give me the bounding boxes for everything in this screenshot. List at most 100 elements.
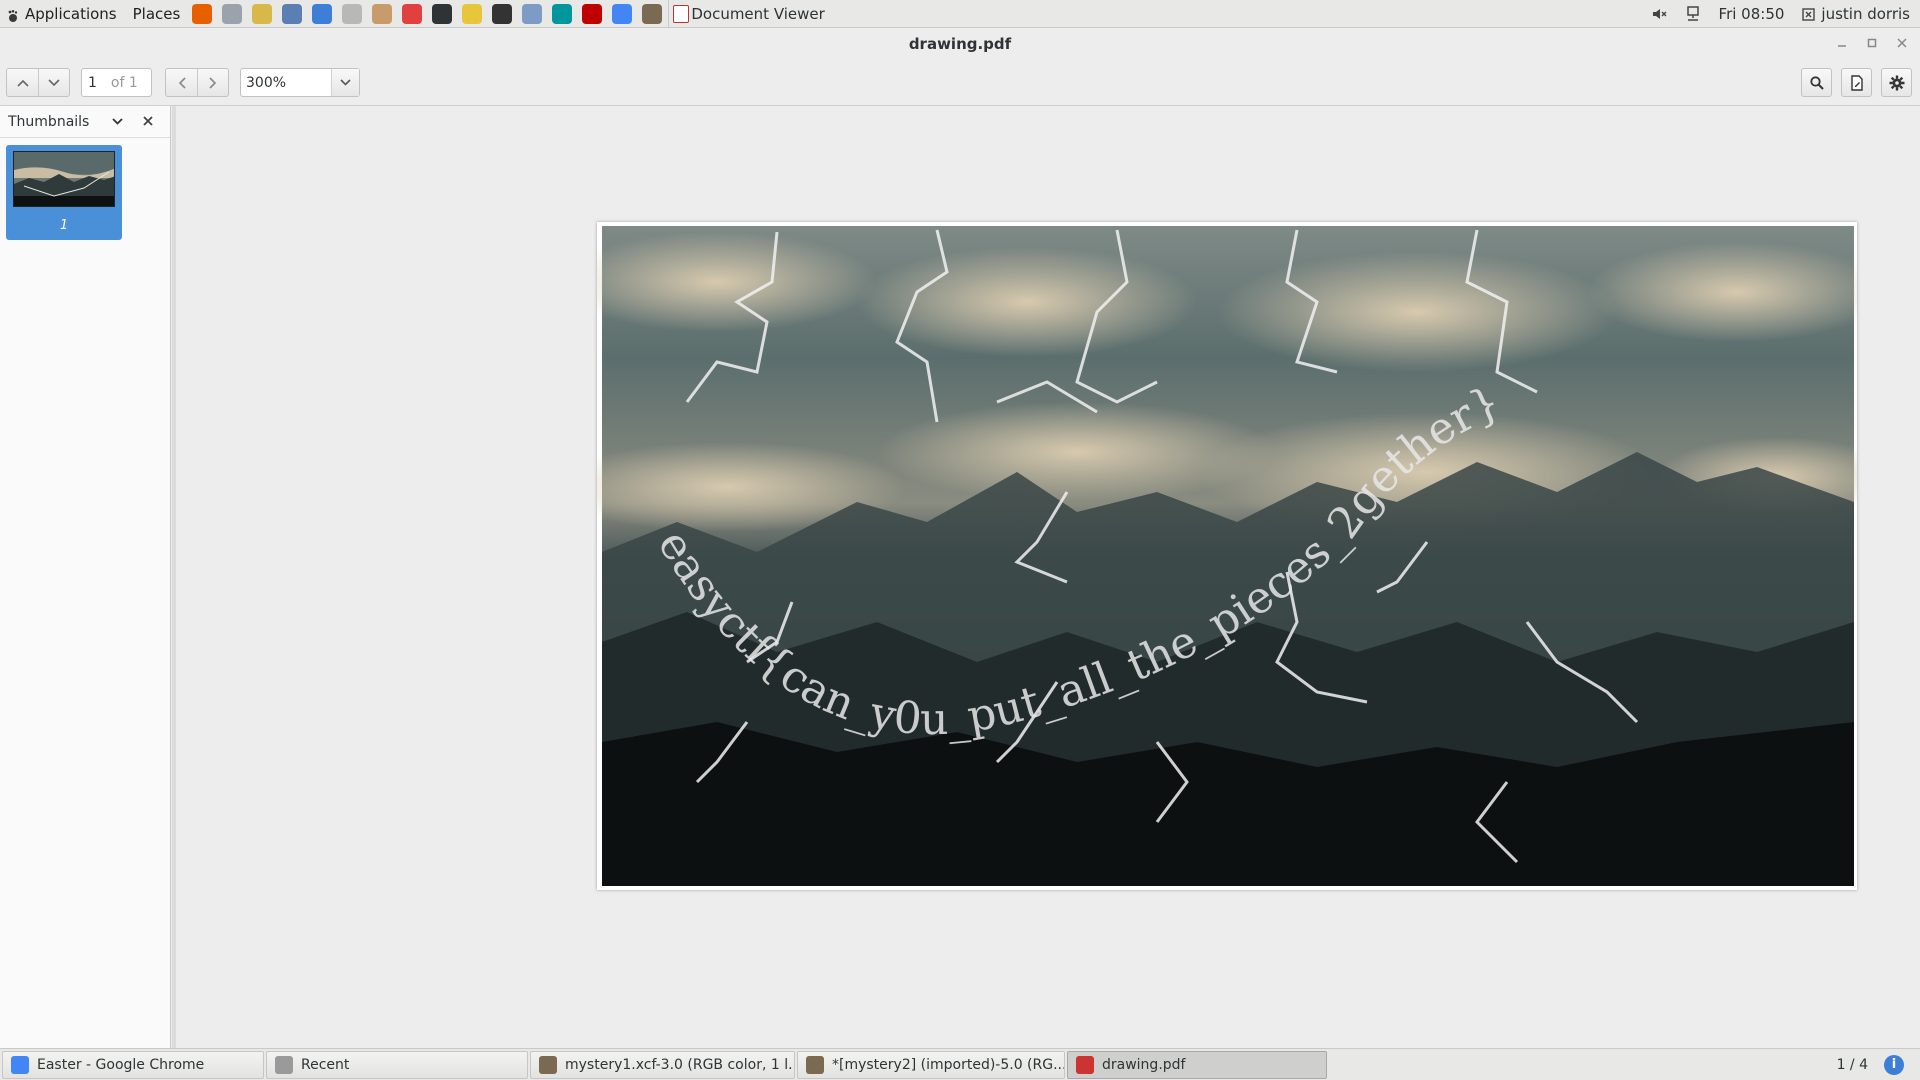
taskbar-item[interactable]: drawing.pdf xyxy=(1067,1050,1327,1079)
tweak-launcher[interactable] xyxy=(460,2,484,26)
thumbnail-page-number: 1 xyxy=(59,218,69,233)
arduino-launcher[interactable] xyxy=(550,2,574,26)
archive-launcher[interactable] xyxy=(370,2,394,26)
help-lifebuoy-launcher[interactable] xyxy=(400,2,424,26)
document-launcher[interactable] xyxy=(310,2,334,26)
filezilla-launcher[interactable] xyxy=(580,2,604,26)
annotations-button[interactable] xyxy=(1841,68,1872,97)
settings-button[interactable] xyxy=(1881,68,1912,97)
zoom-select[interactable]: 300% xyxy=(240,68,360,97)
taskbar-item[interactable]: mystery1.xcf-3.0 (RGB color, 1 l... xyxy=(530,1050,795,1079)
terminal-launcher[interactable] xyxy=(430,2,454,26)
disk-launcher[interactable] xyxy=(250,2,274,26)
workspace-switcher[interactable]: 1 / 4 i xyxy=(1837,1054,1920,1075)
notification-icon[interactable]: i xyxy=(1884,1054,1904,1075)
forward-button[interactable] xyxy=(197,69,228,96)
taskbar-item[interactable]: Recent xyxy=(266,1050,528,1079)
chevron-down-icon xyxy=(112,118,123,125)
gimp-launcher[interactable] xyxy=(640,2,664,26)
user-name: justin dorris xyxy=(1821,4,1910,23)
taskbar-item-label: *[mystery2] (imported)-5.0 (RG... xyxy=(832,1056,1065,1073)
find-button[interactable] xyxy=(1801,68,1832,97)
task-list: Easter - Google Chrome Recent mystery1.xcf… xyxy=(0,1050,1327,1079)
taskbar-item-label: Easter - Google Chrome xyxy=(37,1056,205,1073)
chevron-up-icon xyxy=(16,79,29,87)
chevron-right-icon xyxy=(209,76,217,89)
taskbar-item-label: Recent xyxy=(301,1056,350,1073)
bottom-taskbar: Easter - Google Chrome Recent mystery1.xcf… xyxy=(0,1048,1920,1080)
places-menu[interactable]: Places xyxy=(125,0,189,28)
firefox-launcher[interactable] xyxy=(190,2,214,26)
close-icon xyxy=(1897,38,1907,48)
printer-launcher[interactable] xyxy=(340,2,364,26)
window-titlebar[interactable]: drawing.pdf xyxy=(0,28,1920,61)
back-button[interactable] xyxy=(166,69,197,96)
inkscape-icon xyxy=(492,3,513,24)
chrome-launcher[interactable] xyxy=(610,2,634,26)
thumbnail-image xyxy=(13,151,115,207)
active-window-title: Document Viewer xyxy=(691,4,825,23)
disk-icon xyxy=(252,3,273,24)
window-title: drawing.pdf xyxy=(908,35,1012,53)
user-menu[interactable]: justin dorris xyxy=(1802,5,1910,23)
puzzle-landscape-image: easyctf{can_y0u_put_all_the_pieces_2geth… xyxy=(597,226,1857,886)
applications-label: Applications xyxy=(25,4,117,23)
text-editor-launcher[interactable] xyxy=(520,2,544,26)
history-nav-group xyxy=(165,68,229,97)
sidebar-mode-dropdown[interactable] xyxy=(112,115,123,128)
page-current[interactable]: 1 xyxy=(88,75,97,91)
workspace-indicator[interactable]: 1 / 4 xyxy=(1837,1057,1868,1073)
applications-menu[interactable]: Applications xyxy=(0,0,125,28)
sidebar-mode-label[interactable]: Thumbnails xyxy=(8,114,89,130)
page-thumbnail[interactable]: 1 xyxy=(6,145,122,240)
close-window-button[interactable] xyxy=(1892,34,1912,52)
volume-muted-icon[interactable] xyxy=(1651,6,1667,22)
window-controls xyxy=(1832,34,1912,52)
search-icon xyxy=(1809,75,1824,90)
active-window-menu[interactable]: Document Viewer xyxy=(668,0,825,28)
taskbar-item[interactable]: *[mystery2] (imported)-5.0 (RG... xyxy=(797,1050,1065,1079)
document-view[interactable]: easyctf{can_y0u_put_all_the_pieces_2geth… xyxy=(172,106,1920,1048)
filezilla-icon xyxy=(582,3,603,24)
zoom-dropdown-button[interactable] xyxy=(331,69,359,96)
top-panel: Applications Places Document Viewer Fri … xyxy=(0,0,1920,28)
chevron-left-icon xyxy=(178,76,186,89)
zoom-value[interactable]: 300% xyxy=(241,75,331,91)
gimp-icon xyxy=(642,3,663,24)
document-icon xyxy=(312,3,333,24)
network-launcher[interactable] xyxy=(220,2,244,26)
gnome-foot-icon xyxy=(8,8,18,22)
page-number-field[interactable]: 1 of 1 xyxy=(81,68,152,97)
clock[interactable]: Fri 08:50 xyxy=(1719,5,1785,23)
document-viewer-icon xyxy=(673,4,690,23)
file-manager-icon xyxy=(275,1055,293,1074)
previous-page-button[interactable] xyxy=(7,69,38,96)
wired-network-icon[interactable] xyxy=(1685,5,1701,22)
chrome-icon xyxy=(612,3,633,24)
inkscape-launcher[interactable] xyxy=(490,2,514,26)
sidebar: Thumbnails 1 xyxy=(0,106,171,1048)
text-editor-icon xyxy=(522,3,543,24)
page-total: of 1 xyxy=(110,74,138,91)
tweak-icon xyxy=(462,3,483,24)
sidebar-header: Thumbnails xyxy=(0,106,170,138)
terminal-icon xyxy=(432,3,453,24)
taskbar-item[interactable]: Easter - Google Chrome xyxy=(2,1050,264,1079)
maximize-icon xyxy=(1867,38,1877,48)
system-monitor-launcher[interactable] xyxy=(280,2,304,26)
pdf-icon xyxy=(1076,1055,1094,1074)
maximize-button[interactable] xyxy=(1862,34,1882,52)
user-switch-icon xyxy=(1802,7,1816,21)
archive-icon xyxy=(372,3,393,24)
toolbar: 1 of 1 300% xyxy=(0,61,1920,106)
taskbar-item-label: drawing.pdf xyxy=(1102,1056,1186,1073)
printer-icon xyxy=(342,3,363,24)
minimize-button[interactable] xyxy=(1832,34,1852,52)
help-lifebuoy-icon xyxy=(402,3,423,24)
sidebar-close-button[interactable] xyxy=(143,114,153,130)
next-page-button[interactable] xyxy=(38,69,69,96)
gimp-icon xyxy=(806,1055,824,1074)
pdf-page: easyctf{can_y0u_put_all_the_pieces_2geth… xyxy=(597,222,1857,890)
page-nav-group xyxy=(6,68,70,97)
document-annotate-icon xyxy=(1850,74,1863,91)
